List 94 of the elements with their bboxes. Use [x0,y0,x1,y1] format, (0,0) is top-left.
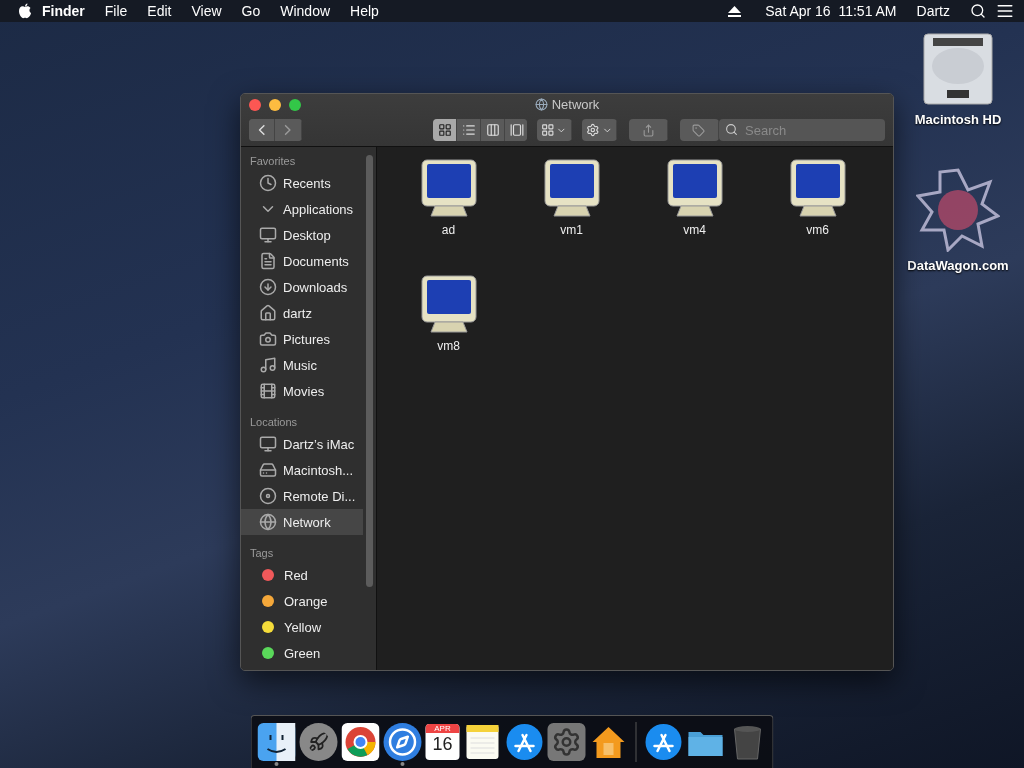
document-icon [259,252,277,270]
running-indicator-dot [400,762,405,766]
gear-icon [585,123,600,137]
compass-icon[interactable] [383,723,422,761]
sidebar-item[interactable]: Pictures [241,326,363,352]
tag-button[interactable] [679,119,719,141]
grid-icon [437,123,452,137]
sidebar-item[interactable]: Network [241,509,363,535]
sidebar-item[interactable]: Music [241,352,363,378]
sidebar-item[interactable]: Desktop [241,222,363,248]
calendar-icon[interactable]: APR 16 [425,724,460,760]
gallery-icon [509,123,524,137]
download-icon [259,278,277,296]
minimize-button[interactable] [269,99,281,111]
file-name[interactable]: vm1 [560,223,583,237]
sidebar-item[interactable]: Movies [241,378,363,404]
monitor-icon [259,435,277,453]
rocket-icon[interactable] [299,723,338,761]
zoom-button[interactable] [289,99,301,111]
menu-item[interactable]: Finder [32,3,95,19]
columns-icon [485,123,500,137]
action-button[interactable] [581,119,618,141]
running-indicator-dot [274,762,279,766]
disc-icon [259,487,277,505]
gear-icon[interactable] [547,723,586,761]
clock-icon [259,174,277,192]
computer-monitor-icon [666,159,723,217]
sidebar-item[interactable]: Yellow [241,614,363,640]
camera-icon [259,330,277,348]
computer-monitor-icon [420,159,477,217]
menu-item[interactable]: File [94,3,138,19]
search-icon [725,123,738,136]
file-name[interactable]: vm8 [437,339,460,353]
desktop-icon-label[interactable]: Macintosh HD [914,112,1002,127]
app-store-icon[interactable] [644,723,683,761]
file-name[interactable]: vm6 [806,223,829,237]
file-name[interactable]: vm4 [683,223,706,237]
sidebar-item[interactable]: dartz [241,300,363,326]
monitor-icon [259,226,277,244]
music-note-icon [259,356,277,374]
grid-icon [540,123,555,137]
close-button[interactable] [249,99,261,111]
group-button[interactable] [536,119,573,141]
forward-button[interactable] [275,119,302,141]
star-pattern-logo-icon[interactable] [916,168,1000,252]
sidebar-item[interactable]: Green [241,640,363,666]
menu-item[interactable]: Help [340,3,389,19]
menu-item[interactable]: Window [270,3,341,19]
hard-drive-icon [259,461,277,479]
file-name[interactable]: ad [441,223,456,237]
sidebar-item[interactable]: Dartz’s iMac [241,431,363,457]
sidebar-item[interactable]: Red [241,562,363,588]
scrollbar[interactable] [366,155,373,587]
sidebar-item[interactable]: Orange [241,588,363,614]
sidebar-item[interactable]: Remote Di... [241,483,363,509]
eject-icon[interactable] [728,5,742,17]
computer-monitor-icon [420,275,477,333]
sidebar-heading: Favorites [249,154,297,169]
view-mode-button[interactable] [505,119,528,141]
user-name[interactable]: Dartz [906,3,960,19]
share-button[interactable] [628,119,669,141]
film-icon [259,382,277,400]
browser-icon[interactable] [341,723,380,761]
hard-drive-icon[interactable] [921,32,995,106]
sidebar-item[interactable]: Downloads [241,274,363,300]
smiling-face-icon[interactable] [257,723,296,761]
app-store-icon[interactable] [505,723,544,761]
computer-monitor-icon [789,159,846,217]
tag-icon [692,123,706,137]
sidebar-item[interactable]: Recents [241,170,363,196]
search-icon[interactable] [970,3,986,19]
view-mode-button[interactable] [433,119,458,141]
globe-icon [534,97,548,111]
sidebar-item[interactable]: Macintosh... [241,457,363,483]
sidebar-item[interactable]: Documents [241,248,363,274]
view-mode-button[interactable] [481,119,506,141]
sidebar-heading: Locations [249,415,299,430]
window-title: Network [551,96,600,112]
house-icon [259,304,277,322]
share-icon [641,123,655,137]
globe-icon [259,513,277,531]
sidebar-item[interactable]: Applications [241,196,363,222]
computer-monitor-icon [543,159,600,217]
apple-logo-icon[interactable] [18,3,32,19]
sidebar-heading: Tags [249,546,275,561]
clock-text[interactable]: Sat Apr 16 11:51 AM [755,3,907,19]
menu-item[interactable]: View [181,3,232,19]
back-button[interactable] [249,119,276,141]
list-icon [461,123,476,137]
desktop-icon-label[interactable]: DataWagon.com [907,258,1009,273]
menu-item[interactable]: Edit [137,3,182,19]
menu-item[interactable]: Go [231,3,271,19]
list-menu-icon[interactable] [996,2,1014,20]
view-mode-button[interactable] [457,119,482,141]
